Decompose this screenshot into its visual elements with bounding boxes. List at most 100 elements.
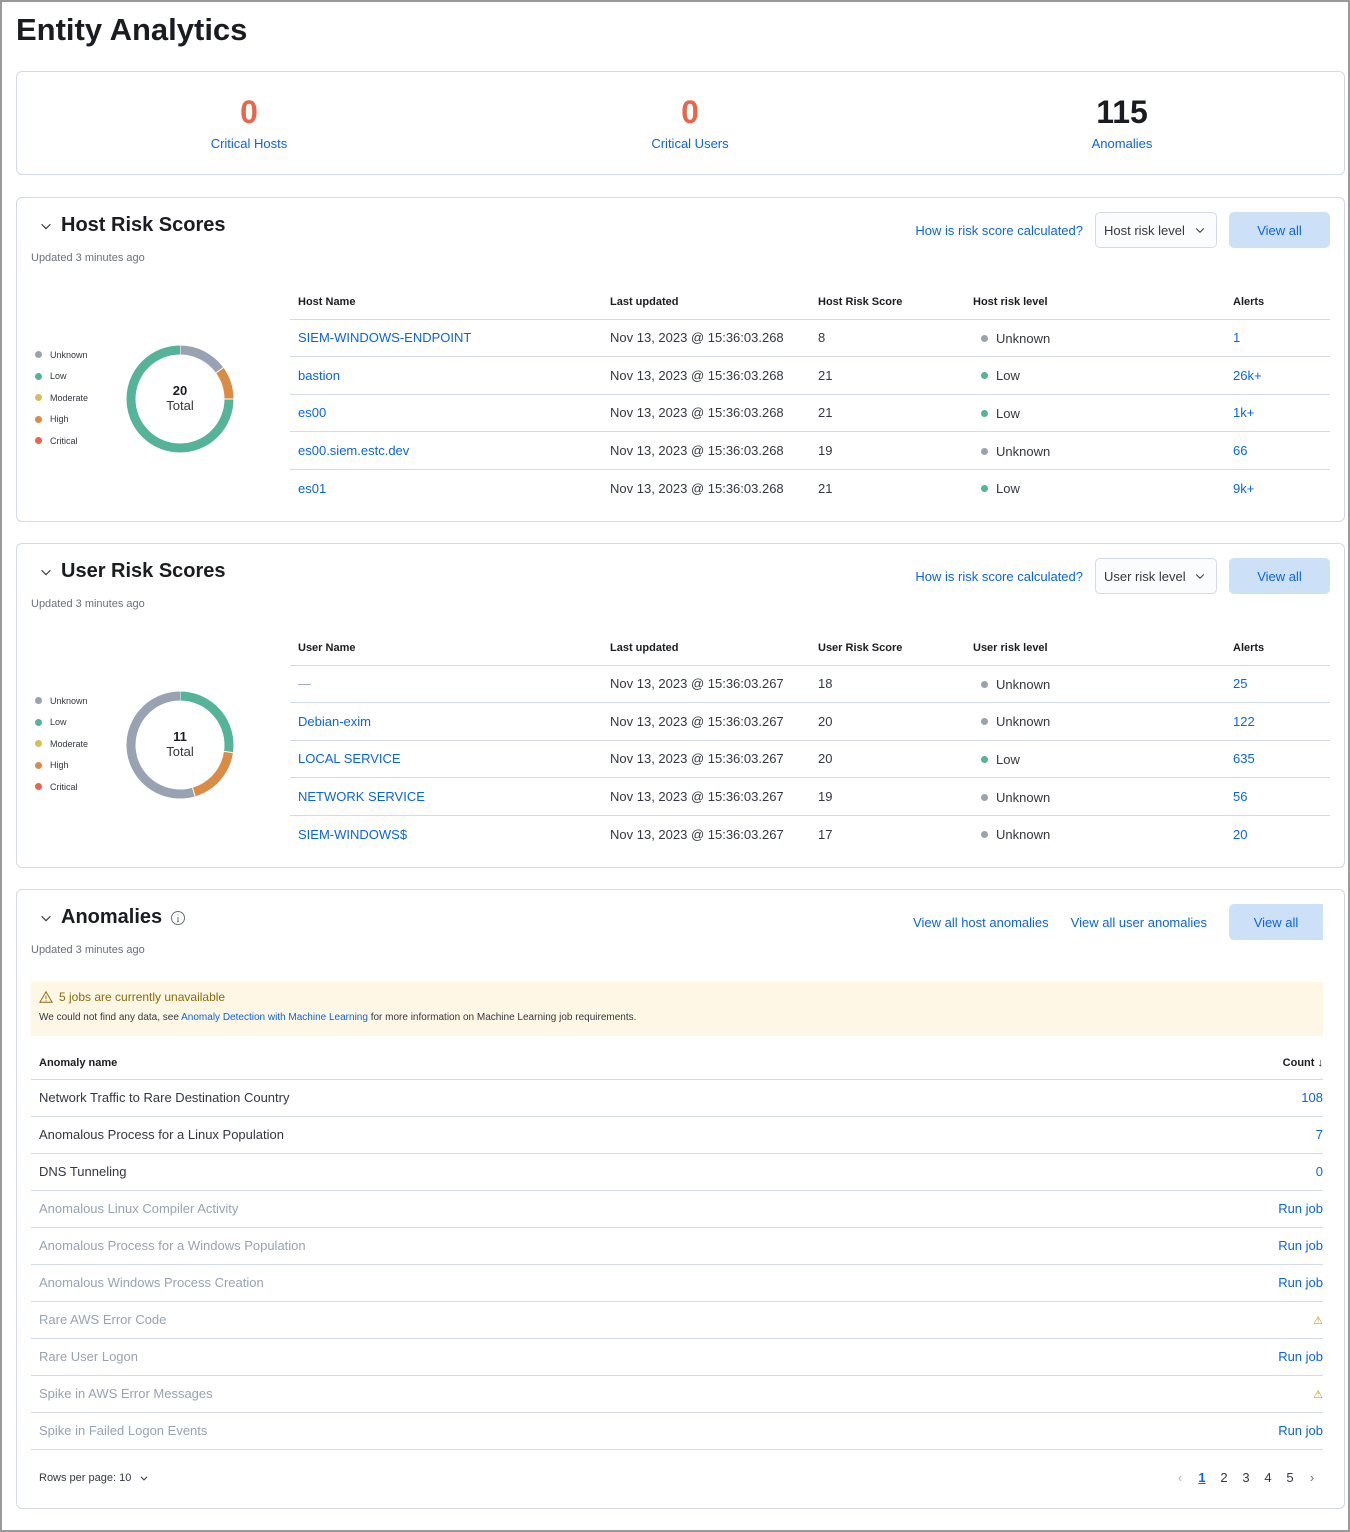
run-job-link[interactable]: Run job	[1278, 1201, 1323, 1216]
anomaly-count-cell: Run job	[1119, 1227, 1323, 1265]
alerts-link[interactable]: 25	[1233, 676, 1247, 691]
run-job-link[interactable]: Run job	[1278, 1423, 1323, 1438]
risk-level-cell: Low	[965, 356, 1225, 395]
risk-level-cell: Unknown	[965, 777, 1225, 816]
alerts-cell[interactable]: 1k+	[1225, 394, 1330, 433]
alerts-cell[interactable]: 25	[1225, 665, 1330, 704]
chevron-down-icon	[140, 1475, 148, 1481]
col-header: User Name	[290, 632, 602, 666]
risk-level-label: Unknown	[996, 443, 1051, 459]
alerts-link[interactable]: 20	[1233, 827, 1247, 842]
page-button[interactable]: 4	[1257, 1470, 1279, 1485]
rows-per-page-select[interactable]: Rows per page: 10	[39, 1472, 149, 1484]
alerts-link[interactable]: 1	[1233, 330, 1240, 345]
alerts-cell[interactable]: 635	[1225, 740, 1330, 779]
table-row: NETWORK SERVICE Nov 13, 2023 @ 15:36:03.2…	[290, 777, 1330, 816]
host-name-cell[interactable]: SIEM-WINDOWS-ENDPOINT	[290, 319, 602, 358]
alerts-link[interactable]: 635	[1233, 751, 1255, 766]
view-all-user-anomalies-link[interactable]: View all user anomalies	[1071, 915, 1207, 930]
legend-label: Critical	[50, 781, 78, 792]
kpi-anomalies[interactable]: 115 Anomalies	[1022, 92, 1222, 151]
next-page-icon[interactable]: ›	[1301, 1470, 1323, 1485]
run-job-link[interactable]: Run job	[1278, 1238, 1323, 1253]
table-row: Rare User Logon Run job	[31, 1338, 1323, 1376]
host-risk-level-select[interactable]: Host risk level	[1095, 212, 1217, 248]
host-name-cell[interactable]: es00.siem.estc.dev	[290, 431, 602, 470]
col-header-count[interactable]: Count ↓	[1119, 1048, 1323, 1080]
info-icon[interactable]	[170, 910, 186, 926]
user-name-cell[interactable]: NETWORK SERVICE	[290, 777, 602, 816]
kpi-critical-users[interactable]: 0 Critical Users	[590, 92, 790, 151]
view-all-button[interactable]: View all	[1229, 558, 1330, 594]
warning-icon[interactable]: ⚠	[1313, 1315, 1323, 1327]
user-risk-level-select[interactable]: User risk level	[1095, 558, 1217, 594]
anomaly-count-link[interactable]: 0	[1316, 1164, 1323, 1179]
kpi-label[interactable]: Anomalies	[1022, 136, 1222, 151]
risk-level-cell: Low	[965, 740, 1225, 779]
alerts-link[interactable]: 56	[1233, 789, 1247, 804]
page-button[interactable]: 1	[1191, 1470, 1213, 1485]
risk-level-dot-icon	[981, 755, 988, 763]
user-name-link[interactable]: LOCAL SERVICE	[298, 751, 401, 766]
user-name-cell[interactable]: Debian-exim	[290, 702, 602, 741]
view-all-button[interactable]: View all	[1229, 904, 1323, 940]
alerts-cell[interactable]: 9k+	[1225, 469, 1330, 507]
chevron-down-icon[interactable]	[39, 565, 53, 579]
risk-level-dot-icon	[981, 447, 988, 455]
risk-score-help-link[interactable]: How is risk score calculated?	[915, 569, 1083, 584]
user-name-link[interactable]: Debian-exim	[298, 714, 371, 729]
host-risk-header[interactable]: Host Risk Scores	[39, 214, 226, 237]
page-button[interactable]: 3	[1235, 1470, 1257, 1485]
alerts-link[interactable]: 1k+	[1233, 405, 1254, 420]
alerts-cell[interactable]: 66	[1225, 431, 1330, 470]
legend-label: Moderate	[50, 392, 89, 403]
chevron-down-icon[interactable]	[39, 911, 53, 925]
view-all-button[interactable]: View all	[1229, 212, 1330, 248]
alerts-link[interactable]: 26k+	[1233, 368, 1262, 383]
view-all-host-anomalies-link[interactable]: View all host anomalies	[913, 915, 1049, 930]
anomalies-header[interactable]: Anomalies	[39, 906, 186, 929]
host-name-link[interactable]: es00.siem.estc.dev	[298, 443, 409, 458]
host-name-link[interactable]: es01	[298, 481, 326, 496]
page-button[interactable]: 5	[1279, 1470, 1301, 1485]
page-button[interactable]: 2	[1213, 1470, 1235, 1485]
alerts-cell[interactable]: 20	[1225, 815, 1330, 853]
user-risk-header[interactable]: User Risk Scores	[39, 560, 226, 583]
alerts-link[interactable]: 66	[1233, 443, 1247, 458]
kpi-critical-hosts[interactable]: 0 Critical Hosts	[149, 92, 349, 151]
host-name-link[interactable]: SIEM-WINDOWS-ENDPOINT	[298, 330, 471, 345]
run-job-link[interactable]: Run job	[1278, 1349, 1323, 1364]
risk-level-cell: Unknown	[965, 815, 1225, 853]
alerts-cell[interactable]: 1	[1225, 319, 1330, 358]
anomaly-name: DNS Tunneling	[31, 1153, 1120, 1191]
host-name-cell[interactable]: bastion	[290, 356, 602, 395]
anomaly-count-link[interactable]: 108	[1301, 1090, 1323, 1105]
user-name-link[interactable]: SIEM-WINDOWS$	[298, 827, 407, 842]
host-name-link[interactable]: es00	[298, 405, 326, 420]
anomaly-count-link[interactable]: 7	[1316, 1127, 1323, 1142]
alerts-cell[interactable]: 56	[1225, 777, 1330, 816]
risk-level-badge: Unknown	[973, 714, 1050, 729]
table-row: Spike in Failed Logon Events Run job	[31, 1412, 1323, 1450]
alerts-link[interactable]: 122	[1233, 714, 1255, 729]
kpi-label[interactable]: Critical Hosts	[149, 136, 349, 151]
warning-icon[interactable]: ⚠	[1313, 1389, 1323, 1401]
kpi-value: 0	[681, 94, 699, 130]
warning-icon	[39, 990, 53, 1003]
run-job-link[interactable]: Run job	[1278, 1275, 1323, 1290]
host-name-link[interactable]: bastion	[298, 368, 340, 383]
kpi-label[interactable]: Critical Users	[590, 136, 790, 151]
alerts-cell[interactable]: 122	[1225, 702, 1330, 741]
chevron-down-icon[interactable]	[39, 219, 53, 233]
host-name-cell[interactable]: es01	[290, 469, 602, 507]
prev-page-icon[interactable]: ‹	[1169, 1470, 1191, 1485]
user-name-cell[interactable]: LOCAL SERVICE	[290, 740, 602, 779]
risk-level-label: Low	[996, 368, 1020, 384]
ml-docs-link[interactable]: Anomaly Detection with Machine Learning	[181, 1012, 368, 1023]
host-name-cell[interactable]: es00	[290, 394, 602, 433]
risk-score-help-link[interactable]: How is risk score calculated?	[915, 223, 1083, 238]
user-name-cell[interactable]: SIEM-WINDOWS$	[290, 815, 602, 853]
alerts-cell[interactable]: 26k+	[1225, 356, 1330, 395]
alerts-link[interactable]: 9k+	[1233, 481, 1254, 496]
user-name-link[interactable]: NETWORK SERVICE	[298, 789, 425, 804]
